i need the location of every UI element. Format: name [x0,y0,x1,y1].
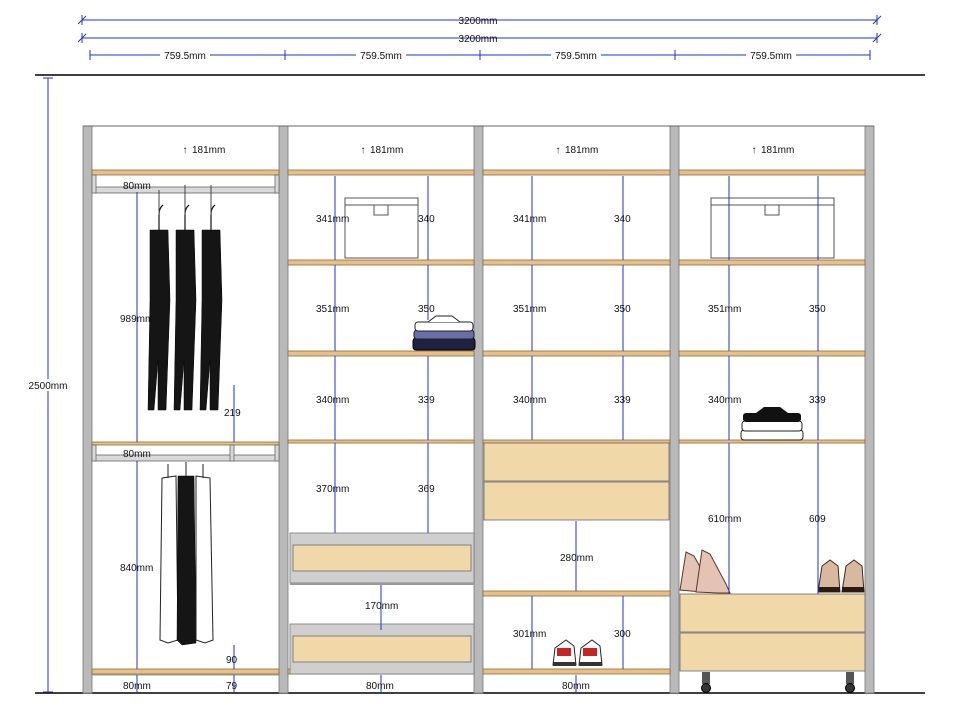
sneakers [552,639,603,666]
divider-panel-2 [473,125,484,694]
wardrobe-elevation-drawing: 3200mm 3200mm 759.5mm 759.5mm 759.5mm 75… [26,15,925,694]
divider-panel-1 [278,125,289,694]
drawer-unit-on-casters [679,593,866,693]
bay4-label-8: 609 [809,514,826,525]
overall-width-label-2: 3200mm [459,34,498,45]
bay2-label-9: 170mm [365,601,398,612]
bay1-label-4: 80mm [123,449,151,460]
bay1-label-8: 79 [226,681,238,692]
bay1-label-2: 989mm [120,314,153,325]
bay4-label-4: 350 [809,304,826,315]
bay2-label-2: 340 [418,214,435,225]
bay3-label-3: 351mm [513,304,546,315]
bay-2: 341mm 340 351mm 350 340mm 339 370mm 369 … [287,176,476,693]
bay-width-dimensions: 759.5mm 759.5mm 759.5mm 759.5mm [89,49,871,62]
top-clearance-label-3: 181mm [565,145,598,156]
bay3-label-6: 339 [614,395,631,406]
bay3-label-4: 350 [614,304,631,315]
top-clearance-arrow-1: ↑ [183,145,188,156]
bay3-drawers [483,442,670,521]
bay4-label-7: 610mm [708,514,741,525]
overall-height-label: 2500mm [29,381,68,392]
caster-right [846,672,854,684]
bay-width-label-4: 759.5mm [750,51,792,62]
top-clearance-arrow-2: ↑ [361,145,366,156]
bay-1: 80mm 989mm 219 80mm 840mm 90 80mm 79 [91,174,280,693]
hanging-shirts [159,462,214,646]
top-clearance-arrow-4: ↑ [752,145,757,156]
bay1-label-6: 90 [226,655,238,666]
bay-width-label-3: 759.5mm [555,51,597,62]
folded-clothes [412,315,476,351]
bay3-label-10: 80mm [562,681,590,692]
storage-box [344,197,419,259]
caster-left [702,672,710,684]
bay3-label-7: 280mm [560,553,593,564]
bay1-label-5: 840mm [120,563,153,574]
overall-width-label-1: 3200mm [459,16,498,27]
bay2-label-4: 350 [418,304,435,315]
folded-clothes-bay4 [740,407,804,441]
side-panel-left [82,125,93,694]
top-clearance-label-1: 181mm [192,145,225,156]
bay3-label-2: 340 [614,214,631,225]
overall-width-dimension-2: 3200mm [77,33,882,45]
bay2-label-1: 341mm [316,214,349,225]
bay1-label-1: 80mm [123,181,151,192]
bay3-label-1: 341mm [513,214,546,225]
bay-width-label-1: 759.5mm [164,51,206,62]
bay1-label-7: 80mm [123,681,151,692]
divider-panel-3 [669,125,680,694]
bay2-label-6: 339 [418,395,435,406]
top-clearance-arrow-3: ↑ [556,145,561,156]
bay2-label-3: 351mm [316,304,349,315]
bay-4: 351mm 350 340mm 339 610mm 609 341mm 340 [678,176,866,693]
bay-3: 341mm 340 351mm 350 340mm 339 280mm 301m… [482,176,671,693]
bay1-label-3: 219 [224,408,241,419]
bay4-label-3: 351mm [708,304,741,315]
top-clearance-label-2: 181mm [370,145,403,156]
side-panel-right [864,125,875,694]
long-hanging-garments [147,185,223,411]
bay2-label-7: 370mm [316,484,349,495]
bay2-label-10: 80mm [366,681,394,692]
bay3-label-9: 300 [614,629,631,640]
bay3-label-5: 340mm [513,395,546,406]
bay4-label-6: 339 [809,395,826,406]
bay-width-label-2: 759.5mm [360,51,402,62]
overall-width-dimension-1: 3200mm [77,15,882,27]
shoes [817,559,865,593]
top-clearance-label-4: 181mm [761,145,794,156]
bay2-label-8: 369 [418,484,435,495]
bay4-label-5: 340mm [708,395,741,406]
high-heels [679,549,731,594]
bay2-label-5: 340mm [316,395,349,406]
bay1-middle-shelf [91,441,280,446]
overall-height-dimension: 2500mm [26,77,70,693]
bay3-label-8: 301mm [513,629,546,640]
